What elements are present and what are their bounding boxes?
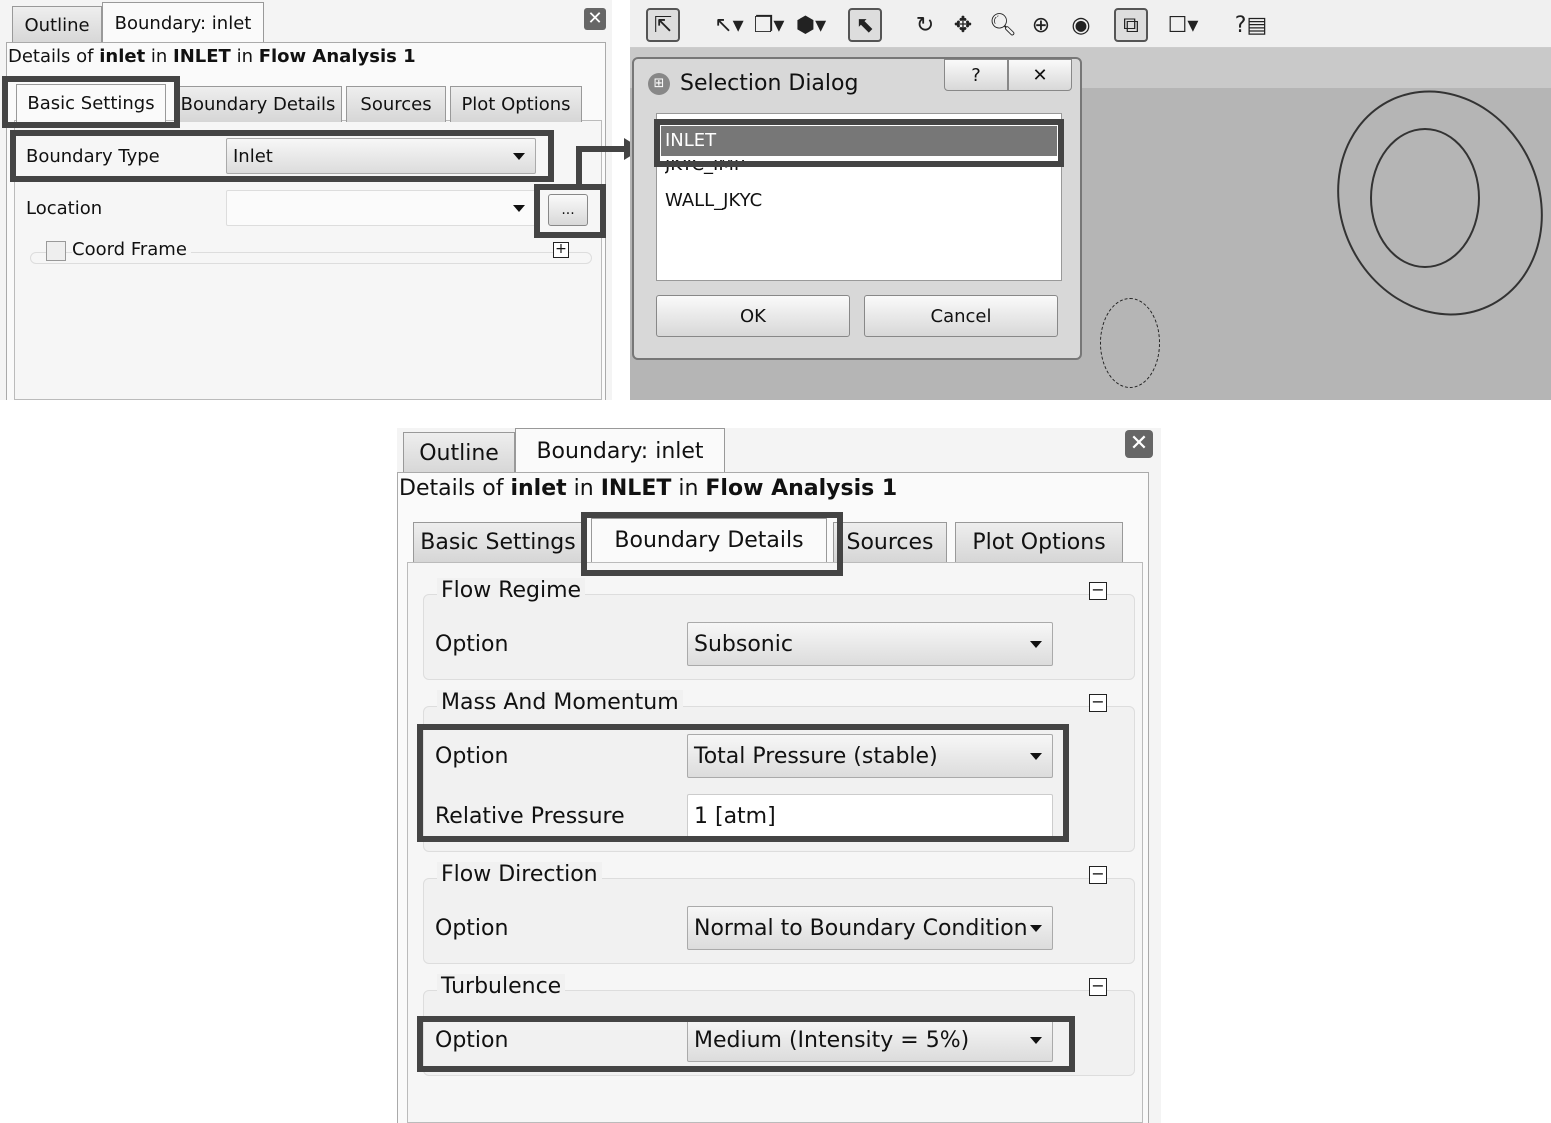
coord-frame-checkbox[interactable] xyxy=(46,241,66,261)
details-heading: Details of inlet in INLET in Flow Analys… xyxy=(399,476,898,501)
subtab-boundary-details[interactable]: Boundary Details xyxy=(174,86,342,122)
subtab-sources[interactable]: Sources xyxy=(833,522,947,562)
expand-icon[interactable]: + xyxy=(553,242,569,258)
chevron-down-icon xyxy=(513,205,525,212)
top-details-panel: Outline Boundary: inlet ✕ Details of inl… xyxy=(0,0,612,400)
selection-dialog: ⊞ Selection Dialog ? ✕ INLET JKYC_IMP WA… xyxy=(632,57,1082,360)
subtab-plot-options[interactable]: Plot Options xyxy=(450,86,582,122)
group-title: Turbulence xyxy=(437,974,566,999)
cancel-button[interactable]: Cancel xyxy=(864,295,1058,337)
group-title: Mass And Momentum xyxy=(437,690,683,715)
collapse-icon[interactable]: − xyxy=(1089,582,1107,600)
location-select[interactable] xyxy=(226,190,536,226)
highlight-inlet-item xyxy=(654,119,1064,167)
subtab-sources[interactable]: Sources xyxy=(346,86,446,122)
bottom-details-panel: Outline Boundary: inlet ✕ Details of inl… xyxy=(397,428,1161,1123)
dialog-app-icon: ⊞ xyxy=(648,73,670,95)
collapse-icon[interactable]: − xyxy=(1089,978,1107,996)
option-label: Option xyxy=(435,632,509,657)
frame-icon[interactable]: ☐▾ xyxy=(1166,8,1200,42)
rotate-icon[interactable]: ↻ xyxy=(908,8,942,42)
collapse-icon[interactable]: − xyxy=(1089,866,1107,884)
ok-button[interactable]: OK xyxy=(656,295,850,337)
inlet-pipe xyxy=(1100,298,1160,388)
arrow-connector xyxy=(576,146,582,188)
help-icon[interactable]: ?▤ xyxy=(1234,8,1268,42)
option-label: Option xyxy=(435,916,509,941)
zoom-box-icon[interactable]: ⊕ xyxy=(1024,8,1058,42)
list-item[interactable]: WALL_JKYC xyxy=(665,190,762,211)
highlight-browse xyxy=(534,184,606,238)
toolbar: ⇱ ↖▾ ❐▾ ⬢▾ ⬉ ↻ ✥ 🔍︎ ⊕ ◉ ⧉ ☐▾ ?▤ xyxy=(630,0,1551,48)
highlight-boundary-details xyxy=(581,512,843,576)
3d-box-icon[interactable]: ⬢▾ xyxy=(794,8,828,42)
dialog-close-button[interactable]: ✕ xyxy=(1008,59,1072,91)
details-heading: Details of inlet in INLET in Flow Analys… xyxy=(8,46,416,67)
highlight-basic-settings xyxy=(2,76,180,128)
flow-direction-select[interactable]: Normal to Boundary Condition xyxy=(687,906,1053,950)
subtab-basic-settings[interactable]: Basic Settings xyxy=(413,522,583,562)
highlight-boundary-type xyxy=(10,130,554,182)
location-label: Location xyxy=(26,198,103,219)
group-title: Flow Regime xyxy=(437,578,586,603)
group-title: Flow Direction xyxy=(437,862,602,887)
close-icon[interactable]: ✕ xyxy=(1125,430,1153,458)
tab-boundary-inlet[interactable]: Boundary: inlet xyxy=(515,428,725,474)
pointer-icon[interactable]: ↖▾ xyxy=(712,8,746,42)
highlight-turbulence xyxy=(417,1016,1075,1072)
flow-regime-select[interactable]: Subsonic xyxy=(687,622,1053,666)
chevron-down-icon xyxy=(1030,925,1042,932)
tab-boundary-inlet[interactable]: Boundary: inlet xyxy=(102,2,264,44)
subtab-plot-options[interactable]: Plot Options xyxy=(955,522,1123,562)
picker-icon[interactable]: ⬉ xyxy=(848,8,882,42)
select-icon[interactable]: ⇱ xyxy=(646,8,680,42)
fit-view-icon[interactable]: ⧉ xyxy=(1114,8,1148,42)
collapse-icon[interactable]: − xyxy=(1089,694,1107,712)
tab-outline[interactable]: Outline xyxy=(403,432,515,474)
zoom-fit-icon[interactable]: ◉ xyxy=(1064,8,1098,42)
dialog-title: Selection Dialog xyxy=(680,71,859,96)
highlight-mass-momentum xyxy=(417,724,1069,842)
zoom-icon[interactable]: 🔍︎ xyxy=(986,8,1020,42)
coord-frame-label: Coord Frame xyxy=(72,239,191,260)
chevron-down-icon xyxy=(1030,641,1042,648)
close-icon[interactable]: ✕ xyxy=(584,8,606,30)
pan-icon[interactable]: ✥ xyxy=(946,8,980,42)
dialog-help-button[interactable]: ? xyxy=(944,59,1008,91)
box-select-icon[interactable]: ❐▾ xyxy=(752,8,786,42)
tab-outline[interactable]: Outline xyxy=(12,6,102,44)
